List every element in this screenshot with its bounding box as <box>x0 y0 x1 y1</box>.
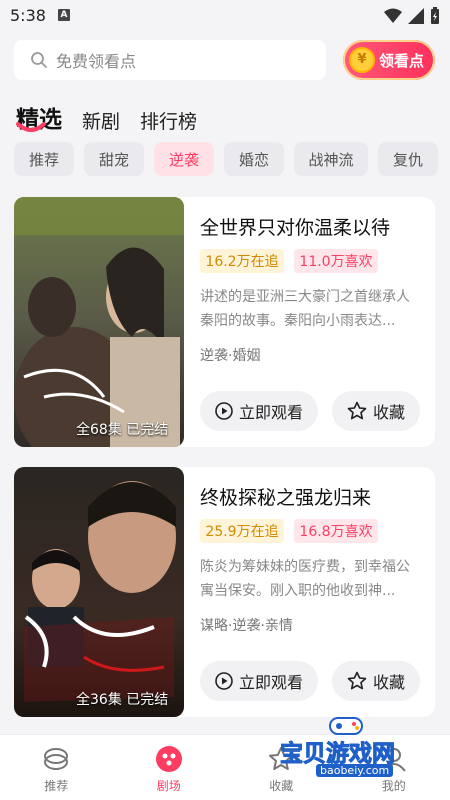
drama-poster[interactable]: 全68集 已完结 <box>14 197 184 447</box>
favorite-label: 收藏 <box>372 403 405 422</box>
status-bar: 5:38 A <box>0 0 450 32</box>
battery-icon <box>431 7 439 24</box>
recommend-icon <box>44 748 69 770</box>
follow-count-badge: 25.9万在追 <box>200 519 284 543</box>
active-tab-indicator <box>16 122 46 132</box>
watermark-text: 宝贝游戏网 <box>280 741 396 768</box>
drama-description: 讲述的是亚洲三大豪门之首继承人秦阳的故事。秦阳向小雨表达... <box>200 289 410 329</box>
chip-war-god[interactable]: 战神流 <box>294 142 368 176</box>
wifi-icon <box>384 8 402 23</box>
favorite-button[interactable]: 收藏 <box>332 661 420 701</box>
chip-revenge[interactable]: 复仇 <box>378 142 438 176</box>
notification-icon: A <box>58 9 70 21</box>
status-icons <box>384 7 440 25</box>
watch-now-button[interactable]: 立即观看 <box>200 661 318 701</box>
episode-info: 全68集 已完结 <box>76 422 169 438</box>
chip-marriage[interactable]: 婚恋 <box>224 142 284 176</box>
star-icon <box>347 671 367 690</box>
claim-points-label: 领看点 <box>379 51 425 70</box>
poster-image <box>14 197 184 447</box>
poster-image <box>14 467 184 717</box>
drama-card[interactable]: 全36集 已完结 终极探秘之强龙归来 25.9万在追 16.8万喜欢 陈炎为筹妹… <box>14 467 435 717</box>
like-count-badge: 16.8万喜欢 <box>294 519 378 543</box>
search-icon <box>31 52 47 68</box>
favorite-label: 收藏 <box>372 673 405 692</box>
nav-recommend-label: 推荐 <box>44 779 69 793</box>
tab-new-dramas[interactable]: 新剧 <box>82 107 120 134</box>
tab-rankings[interactable]: 排行榜 <box>140 107 197 134</box>
watch-now-button[interactable]: 立即观看 <box>200 391 318 431</box>
coin-icon: ¥ <box>349 47 375 73</box>
drama-title[interactable]: 全世界只对你温柔以待 <box>200 213 390 240</box>
status-time: 5:38 <box>10 6 46 25</box>
watermark-url: baobeiy.com <box>316 764 394 777</box>
nav-recommend[interactable]: 推荐 <box>0 735 113 800</box>
drama-tags: 谋略·逆袭·亲情 <box>200 618 293 634</box>
theater-icon <box>155 746 182 772</box>
drama-tags: 逆袭·婚姻 <box>200 348 261 364</box>
drama-card[interactable]: 全68集 已完结 全世界只对你温柔以待 16.2万在追 11.0万喜欢 讲述的是… <box>14 197 435 447</box>
category-chips: 推荐 甜宠 逆袭 婚恋 战神流 复仇 <box>14 142 438 176</box>
play-icon <box>215 672 233 690</box>
follow-count-badge: 16.2万在追 <box>200 249 284 273</box>
watch-now-label: 立即观看 <box>238 403 303 422</box>
chip-comeback[interactable]: 逆袭 <box>154 142 214 176</box>
star-icon <box>347 401 367 420</box>
episode-info: 全36集 已完结 <box>76 692 169 708</box>
chip-recommend[interactable]: 推荐 <box>14 142 74 176</box>
nav-theater-label: 剧场 <box>156 779 181 793</box>
drama-poster[interactable]: 全36集 已完结 <box>14 467 184 717</box>
watch-now-label: 立即观看 <box>238 673 303 692</box>
signal-icon <box>408 8 424 24</box>
claim-points-button[interactable]: ¥ 领看点 <box>343 40 435 80</box>
play-icon <box>215 402 233 420</box>
favorite-button[interactable]: 收藏 <box>332 391 420 431</box>
drama-description: 陈炎为筹妹妹的医疗费，到幸福公寓当保安。刚入职的他收到神... <box>200 559 410 599</box>
nav-theater[interactable]: 剧场 <box>113 735 226 800</box>
chip-sweet[interactable]: 甜宠 <box>84 142 144 176</box>
watermark-logo: 宝贝游戏网 baobeiy.com <box>272 712 422 782</box>
drama-title[interactable]: 终极探秘之强龙归来 <box>200 483 371 510</box>
search-placeholder: 免费领看点 <box>56 52 137 71</box>
search-input[interactable]: 免费领看点 <box>14 40 326 80</box>
like-count-badge: 11.0万喜欢 <box>294 249 378 273</box>
